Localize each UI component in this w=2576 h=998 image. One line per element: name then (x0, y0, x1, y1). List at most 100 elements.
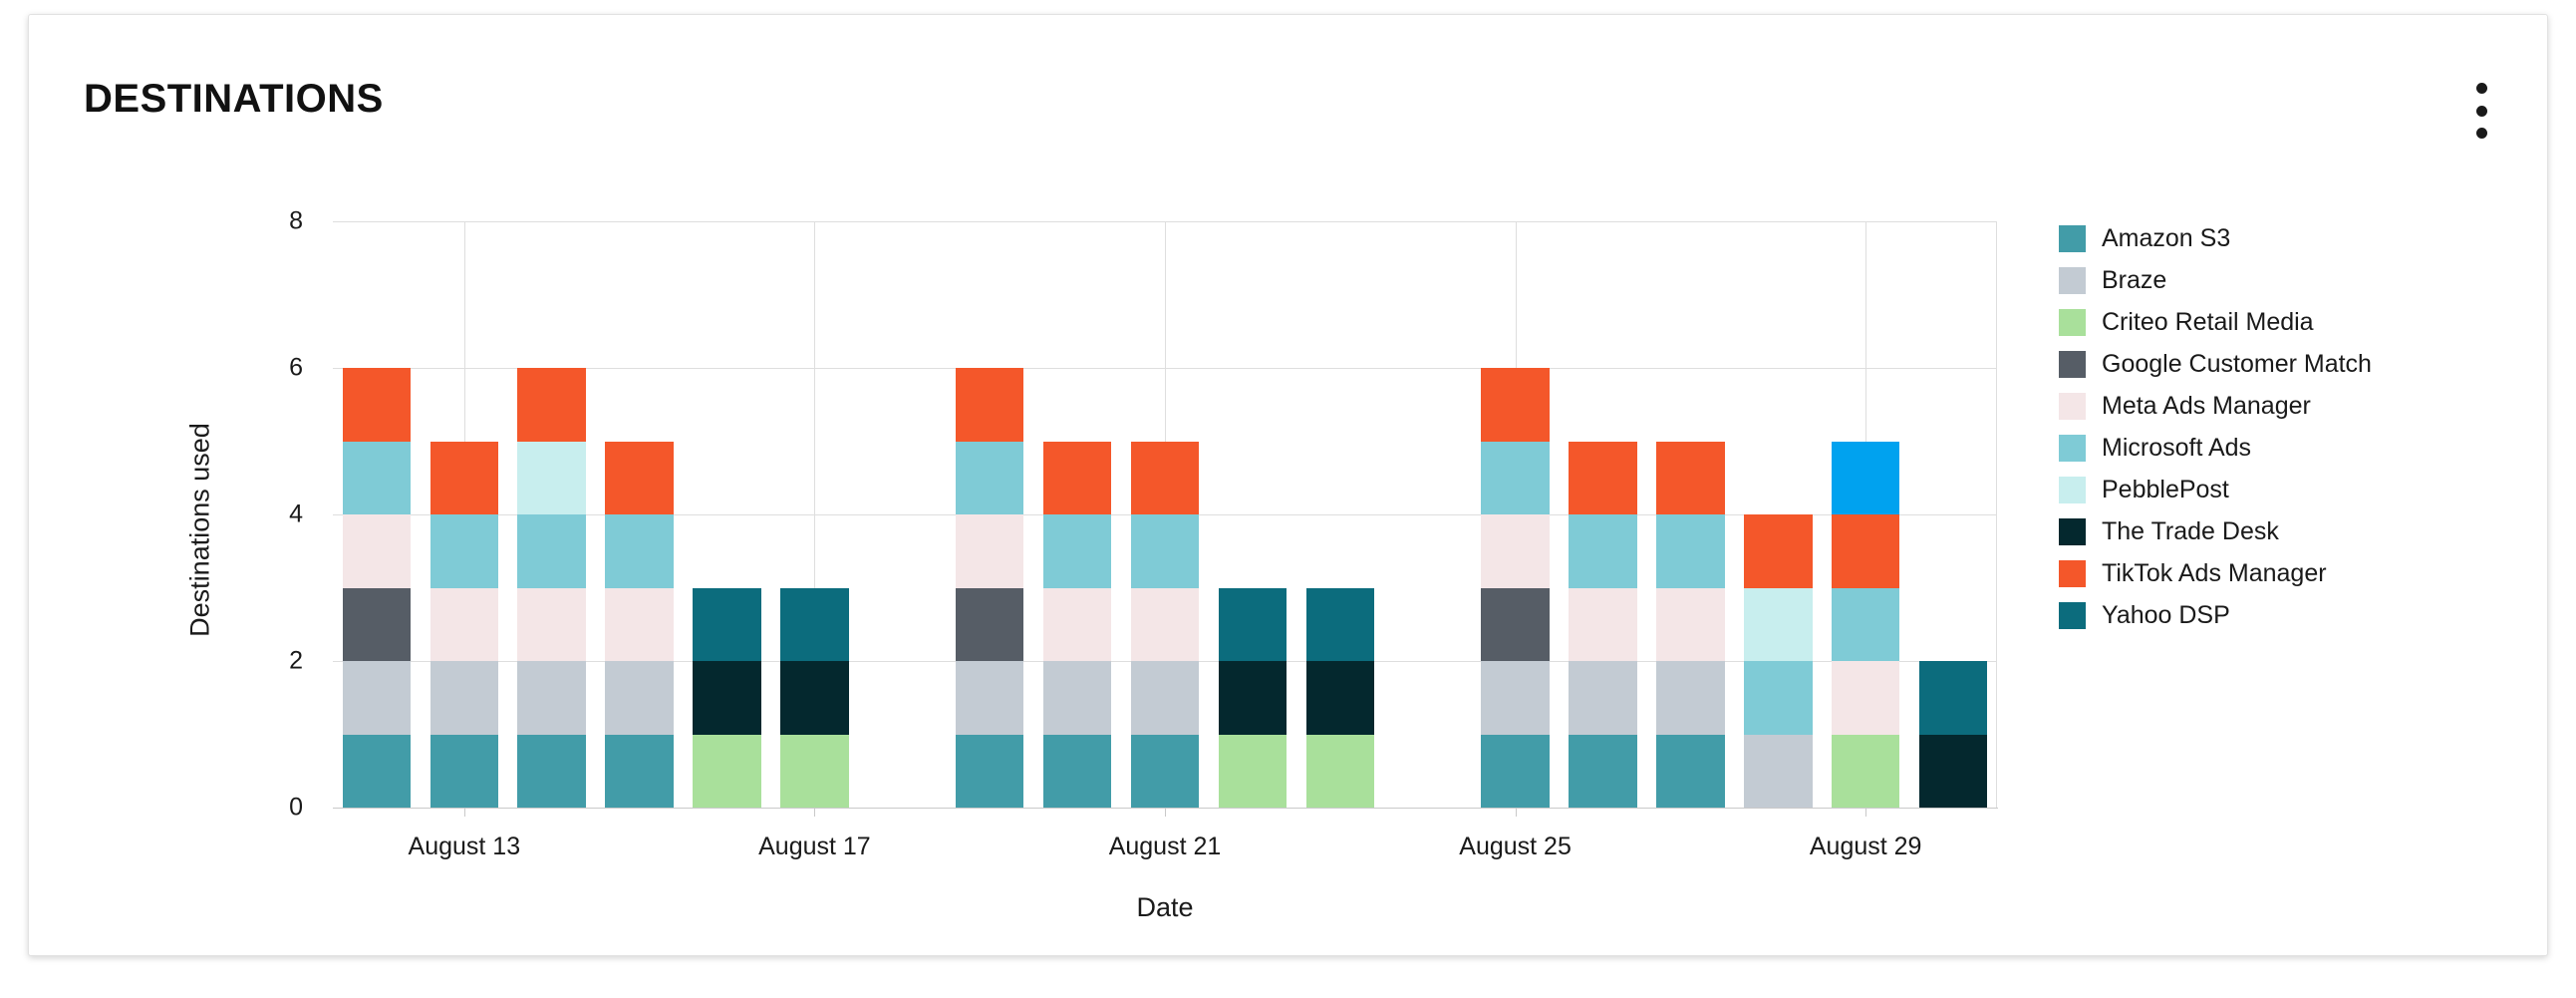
bar-segment[interactable] (1042, 441, 1112, 514)
bar-segment[interactable] (780, 734, 849, 808)
bar-segment[interactable] (1218, 661, 1288, 735)
bar-segment[interactable] (1481, 441, 1550, 514)
bar-segment[interactable] (1130, 734, 1200, 808)
bar-segment[interactable] (1481, 734, 1550, 808)
bar[interactable] (1218, 587, 1288, 808)
bar-segment[interactable] (1305, 587, 1375, 661)
bar-segment[interactable] (955, 661, 1024, 735)
bar-segment[interactable] (342, 368, 412, 442)
bar-segment[interactable] (429, 587, 499, 661)
bar-segment[interactable] (1569, 441, 1637, 514)
bar-segment[interactable] (605, 734, 674, 808)
legend-item[interactable]: Google Customer Match (2059, 343, 2507, 385)
bar[interactable] (429, 441, 499, 808)
bar-segment[interactable] (605, 514, 674, 588)
legend-item[interactable]: Yahoo DSP (2059, 594, 2507, 636)
bar-segment[interactable] (1831, 587, 1900, 661)
bar-segment[interactable] (1305, 734, 1375, 808)
bar[interactable] (517, 368, 586, 808)
bar-segment[interactable] (1042, 734, 1112, 808)
bar-segment[interactable] (342, 441, 412, 514)
bar[interactable] (1918, 661, 1988, 808)
bar-segment[interactable] (429, 734, 499, 808)
bar[interactable] (605, 441, 674, 808)
bar-segment[interactable] (605, 587, 674, 661)
legend-item[interactable]: Amazon S3 (2059, 217, 2507, 259)
bar-segment[interactable] (429, 661, 499, 735)
bar-segment[interactable] (1218, 587, 1288, 661)
bar-segment[interactable] (1743, 734, 1813, 808)
bar-segment[interactable] (955, 441, 1024, 514)
legend-item[interactable]: Braze (2059, 259, 2507, 301)
legend-item[interactable]: TikTok Ads Manager (2059, 552, 2507, 594)
bar-segment[interactable] (605, 441, 674, 514)
legend-item[interactable]: The Trade Desk (2059, 510, 2507, 552)
bar-segment[interactable] (342, 734, 412, 808)
bar-segment[interactable] (955, 514, 1024, 588)
bar-segment[interactable] (1481, 368, 1550, 442)
bar-segment-highlighted[interactable] (1831, 441, 1900, 514)
bar-segment[interactable] (1130, 587, 1200, 661)
bar[interactable] (1481, 368, 1550, 808)
bar-segment[interactable] (693, 587, 761, 661)
bar-segment[interactable] (1743, 661, 1813, 735)
legend-item[interactable]: Criteo Retail Media (2059, 301, 2507, 343)
bar-segment[interactable] (517, 441, 586, 514)
bar[interactable] (1569, 441, 1637, 808)
bar-segment[interactable] (955, 368, 1024, 442)
bar-segment[interactable] (1831, 514, 1900, 588)
bar-segment[interactable] (1569, 587, 1637, 661)
bar-segment[interactable] (1918, 734, 1988, 808)
bar[interactable] (1042, 441, 1112, 808)
bar-segment[interactable] (1218, 734, 1288, 808)
bar-segment[interactable] (342, 514, 412, 588)
bar-segment[interactable] (517, 587, 586, 661)
bar-segment[interactable] (1042, 661, 1112, 735)
bar-segment[interactable] (1569, 514, 1637, 588)
legend-item[interactable]: PebblePost (2059, 469, 2507, 510)
bar-segment[interactable] (1569, 661, 1637, 735)
bar-segment[interactable] (1042, 587, 1112, 661)
bar-segment[interactable] (693, 661, 761, 735)
bar[interactable] (1656, 441, 1725, 808)
bar-segment[interactable] (780, 661, 849, 735)
bar-segment[interactable] (605, 661, 674, 735)
bar-segment[interactable] (429, 441, 499, 514)
bar-segment[interactable] (517, 734, 586, 808)
bar-segment[interactable] (1918, 661, 1988, 735)
bar-segment[interactable] (342, 587, 412, 661)
bar-segment[interactable] (1305, 661, 1375, 735)
bar-segment[interactable] (1481, 514, 1550, 588)
bar-segment[interactable] (1656, 734, 1725, 808)
bar-segment[interactable] (1130, 514, 1200, 588)
bar-segment[interactable] (1743, 587, 1813, 661)
bar-segment[interactable] (517, 514, 586, 588)
bar[interactable] (955, 368, 1024, 808)
legend-item[interactable]: Microsoft Ads (2059, 427, 2507, 469)
bar-segment[interactable] (1656, 514, 1725, 588)
bar-segment[interactable] (1130, 661, 1200, 735)
bar[interactable] (342, 368, 412, 808)
bar-segment[interactable] (1042, 514, 1112, 588)
bar[interactable] (1831, 441, 1900, 808)
bar-segment[interactable] (1831, 661, 1900, 735)
bar-segment[interactable] (1656, 661, 1725, 735)
bar-segment[interactable] (1481, 587, 1550, 661)
bar-segment[interactable] (517, 368, 586, 442)
bar-segment[interactable] (342, 661, 412, 735)
bar-segment[interactable] (780, 587, 849, 661)
bar-segment[interactable] (955, 734, 1024, 808)
legend-item[interactable]: Meta Ads Manager (2059, 385, 2507, 427)
bar-segment[interactable] (693, 734, 761, 808)
bar-segment[interactable] (1130, 441, 1200, 514)
bar[interactable] (1305, 587, 1375, 808)
bar[interactable] (780, 587, 849, 808)
bar-segment[interactable] (1569, 734, 1637, 808)
bar-segment[interactable] (1831, 734, 1900, 808)
bar-segment[interactable] (1743, 514, 1813, 588)
bar-segment[interactable] (1481, 661, 1550, 735)
bar[interactable] (1743, 514, 1813, 808)
bar[interactable] (693, 587, 761, 808)
bar-segment[interactable] (517, 661, 586, 735)
bar-segment[interactable] (1656, 441, 1725, 514)
